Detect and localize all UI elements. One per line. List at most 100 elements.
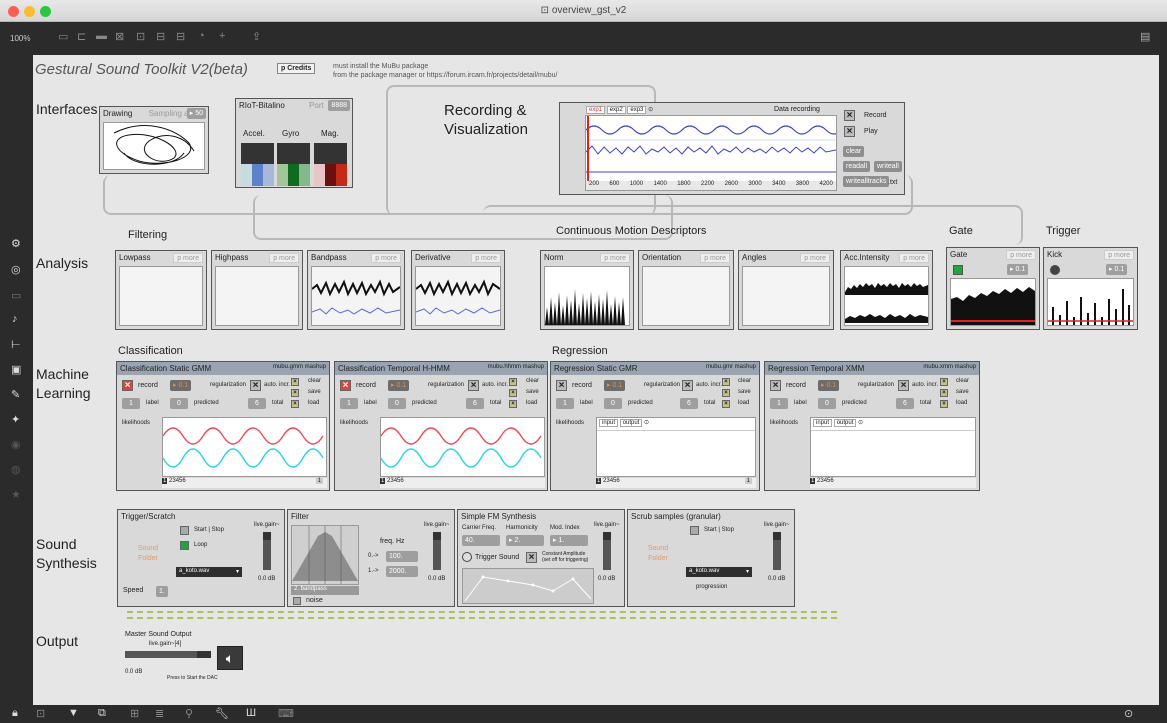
label-number[interactable]: 1 — [556, 398, 574, 409]
ml-module-gmm[interactable]: Classification Static GMM mubu.gmm mashup… — [116, 361, 330, 491]
page-6[interactable]: 6 — [616, 478, 619, 484]
loop-toggle[interactable] — [180, 541, 189, 550]
package-icon[interactable]: ◍ — [11, 463, 21, 476]
patcher-canvas[interactable]: Gestural Sound Toolkit V2(beta) p Credit… — [33, 55, 1159, 705]
gate-module[interactable]: Gate p more ▸ 0.1 — [946, 247, 1040, 330]
ml-module-xmm[interactable]: Regression Temporal XMM mubu.xmm mashup ×… — [764, 361, 980, 491]
sidebar-toggle-icon[interactable]: ▤ — [1140, 30, 1150, 43]
autoinc-toggle[interactable]: × — [250, 380, 261, 391]
clear-toggle[interactable]: × — [940, 378, 948, 386]
comment-icon[interactable]: ▼ — [68, 707, 79, 719]
startstop-toggle[interactable] — [180, 526, 189, 535]
save-toggle[interactable]: × — [940, 389, 948, 397]
gain-slider[interactable] — [603, 532, 611, 570]
noise-toggle[interactable] — [293, 597, 301, 605]
dac-button[interactable]: 🔈︎ — [217, 646, 243, 670]
readall-button[interactable]: readall — [843, 161, 871, 172]
record-toggle[interactable]: × — [770, 380, 781, 391]
debug-icon[interactable]: ⚲ — [185, 707, 193, 720]
riot-module[interactable]: RIoT-Bitalino Port 8888 Accel. Gyro Mag. — [235, 98, 353, 188]
record-toggle[interactable]: × — [556, 380, 567, 391]
label-number[interactable]: 1 — [122, 398, 140, 409]
filter-module[interactable]: Filter 2. bandpass freq. Hz 0.-> 100. 1.… — [287, 509, 455, 607]
load-toggle[interactable]: × — [722, 400, 730, 408]
save-toggle[interactable]: × — [509, 389, 517, 397]
gain-slider[interactable] — [433, 532, 441, 570]
record-toggle[interactable]: × — [844, 110, 855, 121]
highpass-module[interactable]: Highpass p more — [211, 250, 303, 330]
sound-folder-drop[interactable]: Sound Folder — [130, 544, 166, 564]
sound-folder-drop[interactable]: Sound Folder — [640, 544, 676, 564]
carrier-value[interactable]: 40. — [462, 535, 500, 546]
harmonicity-value[interactable]: ▸ 2. — [506, 535, 544, 546]
pmore-button[interactable]: p more — [800, 253, 830, 263]
new-object-icon[interactable]: ⊏ — [77, 30, 86, 43]
drawing-rate[interactable]: ▸ 50 — [186, 108, 206, 119]
filter-mode[interactable]: 2. bandpass — [291, 586, 359, 595]
ml-tag[interactable]: mubu.hhmm mashup — [488, 364, 544, 370]
load-toggle[interactable]: × — [291, 400, 299, 408]
trigger-sound-button[interactable] — [462, 552, 472, 562]
presentation-icon[interactable]: ▭ — [58, 30, 68, 43]
play-toggle[interactable]: × — [844, 126, 855, 137]
columns-icon[interactable]: Ш — [246, 707, 256, 719]
clear-toggle[interactable]: × — [722, 378, 730, 386]
pmore-button[interactable]: p more — [899, 253, 929, 263]
ml-tag[interactable]: mubu.gmm mashup — [273, 364, 326, 370]
scrub-module[interactable]: Scrub samples (granular) Start | Stop So… — [627, 509, 795, 607]
grid-icon[interactable]: ⊞ — [130, 707, 139, 720]
page-end[interactable]: 1 — [744, 478, 752, 484]
load-toggle[interactable]: × — [940, 400, 948, 408]
tab-exp3[interactable]: exp3 — [627, 106, 647, 114]
page-6[interactable]: 6 — [830, 478, 833, 484]
filter-graph[interactable] — [291, 525, 359, 585]
ml-module-gmr[interactable]: Regression Static GMR mubu.gmr mashup × r… — [550, 361, 760, 491]
button-object-icon[interactable]: ⊠ — [115, 30, 124, 43]
recording-module[interactable]: exp1 exp2 exp3 ⊙ Data recording 200 600 10… — [559, 102, 905, 195]
pmore-button[interactable]: p more — [700, 253, 730, 263]
link-icon[interactable]: ✎ — [11, 388, 20, 401]
orientation-module[interactable]: Orientation p more — [638, 250, 734, 330]
plus-icon[interactable]: + — [219, 30, 225, 42]
tab-add[interactable]: ⊙ — [648, 107, 653, 113]
regularization-value[interactable]: ▸ 0.1 — [604, 380, 626, 391]
gate-indicator[interactable] — [953, 265, 963, 275]
lowpass-module[interactable]: Lowpass p more — [115, 250, 207, 330]
page-1[interactable]: 1 — [810, 478, 816, 484]
number-object-icon[interactable]: ⊟ — [156, 30, 165, 43]
fm-module[interactable]: Simple FM Synthesis Carrier Freq. Harmon… — [457, 509, 625, 607]
list-icon[interactable]: ≣ — [155, 707, 164, 720]
connection-icon[interactable]: ✦ — [11, 413, 20, 426]
master-gain-slider[interactable] — [125, 651, 211, 658]
toggle-object-icon[interactable]: ⊡ — [136, 30, 145, 43]
riot-port[interactable]: 8888 — [328, 100, 350, 111]
record-icon[interactable]: ◎ — [11, 263, 21, 276]
speed-value[interactable]: 1. — [156, 586, 168, 597]
tab-exp1[interactable]: exp1 — [586, 106, 606, 114]
pmore-button[interactable]: p more — [471, 253, 501, 263]
bandpass-module[interactable]: Bandpass p more — [307, 250, 405, 330]
vst-icon[interactable]: ⊢ — [11, 338, 21, 351]
tab-exp2[interactable]: exp2 — [606, 106, 626, 114]
star-icon[interactable]: ★ — [11, 488, 21, 501]
startstop-toggle[interactable] — [690, 526, 699, 535]
globe-icon[interactable]: ◉ — [11, 438, 21, 451]
ml-tag[interactable]: mubu.xmm mashup — [923, 364, 976, 370]
clear-toggle[interactable]: × — [291, 378, 299, 386]
save-toggle[interactable]: × — [291, 389, 299, 397]
pmore-button[interactable]: p more — [269, 253, 299, 263]
page-1[interactable]: 1 — [380, 478, 386, 484]
freq-high[interactable]: 2000. — [386, 566, 418, 577]
pmore-button[interactable]: p more — [173, 253, 203, 263]
keyboard-icon[interactable]: ⌨ — [278, 707, 294, 720]
play-circle-icon[interactable]: ⊙ — [1124, 707, 1133, 720]
ml-module-hhmm[interactable]: Classification Temporal H-HMM mubu.hhmm m… — [334, 361, 548, 491]
browser-icon[interactable]: ⚙ — [11, 237, 21, 250]
bpatcher-icon[interactable]: ⇪ — [252, 30, 261, 43]
presentation-mode-icon[interactable]: ⊡ — [36, 707, 45, 720]
tab-input[interactable]: input — [813, 419, 833, 427]
ml-tag[interactable]: mubu.gmr mashup — [706, 364, 756, 370]
image-icon[interactable]: ▣ — [11, 363, 21, 376]
autoinc-toggle[interactable]: × — [468, 380, 479, 391]
clear-button[interactable]: clear — [843, 146, 865, 157]
